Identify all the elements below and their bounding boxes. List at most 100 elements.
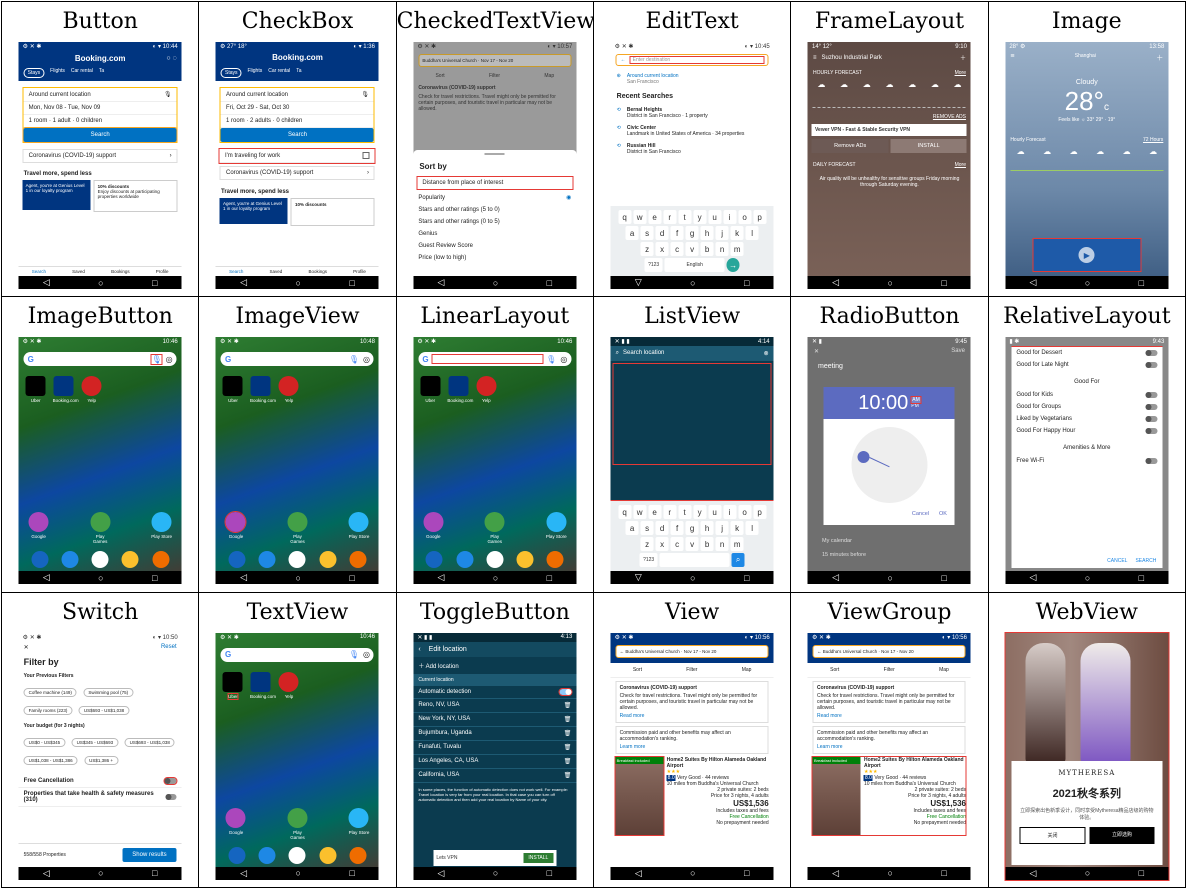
key-q[interactable]: q xyxy=(618,210,632,224)
hotel-photo[interactable]: Breakfast included xyxy=(614,755,665,836)
filter-toggle-row[interactable]: Liked by Vegetarians xyxy=(1011,413,1162,425)
chrome-icon[interactable] xyxy=(319,551,337,569)
budget-chip[interactable]: US$1,386 + xyxy=(84,755,119,765)
key-c[interactable]: c xyxy=(670,242,684,256)
app-google[interactable]: Google xyxy=(224,511,248,544)
ad-banner[interactable]: Lets VPN INSTALL xyxy=(433,849,557,866)
search-header[interactable]: ← Buddha's Universal Church · Nov 17 - N… xyxy=(812,644,966,658)
key-t[interactable]: t xyxy=(678,210,692,224)
filter-chip[interactable]: Family rooms (223) xyxy=(23,705,73,715)
tab-car-rental[interactable]: Car rental xyxy=(71,68,93,78)
key-x[interactable]: x xyxy=(655,537,669,552)
app-yelp[interactable]: Yelp xyxy=(278,671,300,699)
mic-icon[interactable]: 🎙 xyxy=(349,355,359,364)
back-icon[interactable]: ◁ xyxy=(43,572,50,583)
messages-icon[interactable] xyxy=(258,551,276,569)
camera-icon[interactable] xyxy=(546,551,564,569)
pm-radio[interactable]: PM xyxy=(911,403,921,409)
install-button[interactable]: INSTALL xyxy=(890,139,967,153)
messages-icon[interactable] xyxy=(258,846,276,864)
bell-icon[interactable]: ○ ◌ xyxy=(166,55,176,62)
app-booking[interactable]: Booking.com xyxy=(447,376,473,403)
search-header[interactable]: Buddha's Universal Church · Nov 17 - Nov… xyxy=(418,54,572,67)
location-row[interactable]: New York, NY, USA 🗑 xyxy=(413,713,577,727)
search-button[interactable]: Search xyxy=(22,127,178,143)
home-icon[interactable]: ○ xyxy=(887,278,892,288)
key-i[interactable]: i xyxy=(723,505,737,520)
back-icon[interactable]: ◁ xyxy=(832,868,839,879)
tab-car-rental[interactable]: Car rental xyxy=(268,68,290,78)
key-d[interactable]: d xyxy=(655,521,669,536)
guests-field[interactable]: 1 room · 2 adults · 0 children xyxy=(220,115,374,128)
search-text-area[interactable] xyxy=(431,354,544,365)
dates-field[interactable]: Mon, Nov 08 - Tue, Nov 09 xyxy=(23,102,177,115)
app-uber[interactable]: Uber xyxy=(222,376,244,403)
work-checkbox[interactable]: I'm traveling for work xyxy=(218,148,376,164)
map-button[interactable]: Map xyxy=(544,73,554,79)
home-icon[interactable]: ○ xyxy=(887,573,892,583)
menu-icon[interactable]: ≡ xyxy=(1010,53,1014,63)
key-u[interactable]: u xyxy=(708,505,722,520)
app-booking[interactable]: Booking.com xyxy=(250,671,276,699)
free-cancellation-switch[interactable] xyxy=(163,776,178,785)
read-more-link[interactable]: Read more xyxy=(817,713,962,719)
home-icon[interactable]: ○ xyxy=(493,868,498,878)
trash-icon[interactable]: 🗑 xyxy=(564,772,572,779)
recent-item[interactable]: ⟲ Bernal Heights District in San Francisco… xyxy=(611,104,774,122)
destination-field[interactable]: ← Enter destination xyxy=(615,54,769,66)
app-play-store[interactable]: Play Store xyxy=(347,807,371,840)
trash-icon[interactable]: 🗑 xyxy=(564,702,572,709)
key-l[interactable]: l xyxy=(745,521,759,536)
learn-more-link[interactable]: Learn more xyxy=(817,744,962,750)
camera-icon[interactable] xyxy=(349,551,367,569)
recents-icon[interactable]: □ xyxy=(152,278,157,288)
key-j[interactable]: j xyxy=(715,521,729,536)
key-n[interactable]: n xyxy=(715,537,729,552)
lens-icon[interactable]: ◎ xyxy=(363,650,370,659)
key-f[interactable]: f xyxy=(670,226,684,240)
key-f[interactable]: f xyxy=(670,521,684,536)
recents-icon[interactable]: □ xyxy=(1139,278,1144,288)
home-icon[interactable]: ○ xyxy=(295,278,300,288)
app-play-games[interactable]: Play Games xyxy=(88,512,112,544)
key-k[interactable]: k xyxy=(730,226,744,240)
key-o[interactable]: o xyxy=(738,210,752,224)
app-drawer-icon[interactable] xyxy=(288,846,306,864)
recents-icon[interactable]: □ xyxy=(1139,573,1144,583)
home-icon[interactable]: ○ xyxy=(493,573,498,583)
sort-option[interactable]: Genius xyxy=(413,228,576,240)
reminder-row[interactable]: 15 minutes before xyxy=(808,547,971,563)
app-booking[interactable]: Booking.com xyxy=(53,376,79,403)
filter-chip[interactable]: US$693 - US$1,038 xyxy=(78,705,130,715)
key-m[interactable]: m xyxy=(730,242,744,256)
home-icon[interactable]: ○ xyxy=(690,573,695,583)
filter-toggle-row[interactable]: Good For Happy Hour xyxy=(1011,425,1162,437)
calendar-row[interactable]: My calendar xyxy=(808,535,971,547)
recents-icon[interactable]: □ xyxy=(941,868,946,878)
google-search-bar[interactable]: G 🎙 ◎ xyxy=(220,647,374,662)
filter-button[interactable]: Filter xyxy=(686,667,697,673)
back-icon[interactable]: ◁ xyxy=(635,868,642,879)
covid-support-row[interactable]: Coronavirus (COVID-19) support › xyxy=(22,149,178,163)
home-icon[interactable]: ○ xyxy=(690,868,695,878)
close-button[interactable]: 关闭 xyxy=(1019,826,1086,844)
cancel-button[interactable]: Cancel xyxy=(912,511,929,517)
mic-icon[interactable]: 🎙 xyxy=(349,650,359,659)
location-row[interactable]: Reno, NV, USA 🗑 xyxy=(413,699,577,713)
key-x[interactable]: x xyxy=(655,242,669,256)
app-uber[interactable]: Uber xyxy=(419,376,441,403)
tab-stays[interactable]: Stays xyxy=(220,68,242,78)
current-location-row[interactable]: ⊕ Around current location San Francisco xyxy=(611,69,774,89)
add-icon[interactable]: ＋ xyxy=(1156,53,1163,63)
home-icon[interactable]: ○ xyxy=(98,868,103,878)
key-s[interactable]: s xyxy=(640,226,654,240)
location-row[interactable]: Bujumbura, Uganda 🗑 xyxy=(413,727,577,741)
health-row[interactable]: Properties that take health & safety mea… xyxy=(18,788,182,807)
budget-chip[interactable]: US$693 - US$1,038 xyxy=(124,737,175,747)
go-key[interactable]: → xyxy=(726,258,740,272)
chrome-icon[interactable] xyxy=(319,846,337,864)
mic-icon[interactable]: 🎙 xyxy=(546,355,556,364)
back-icon[interactable]: ▽ xyxy=(635,277,642,288)
home-icon[interactable]: ○ xyxy=(493,278,498,288)
filter-chip[interactable]: Coffee machine (149) xyxy=(23,687,77,697)
